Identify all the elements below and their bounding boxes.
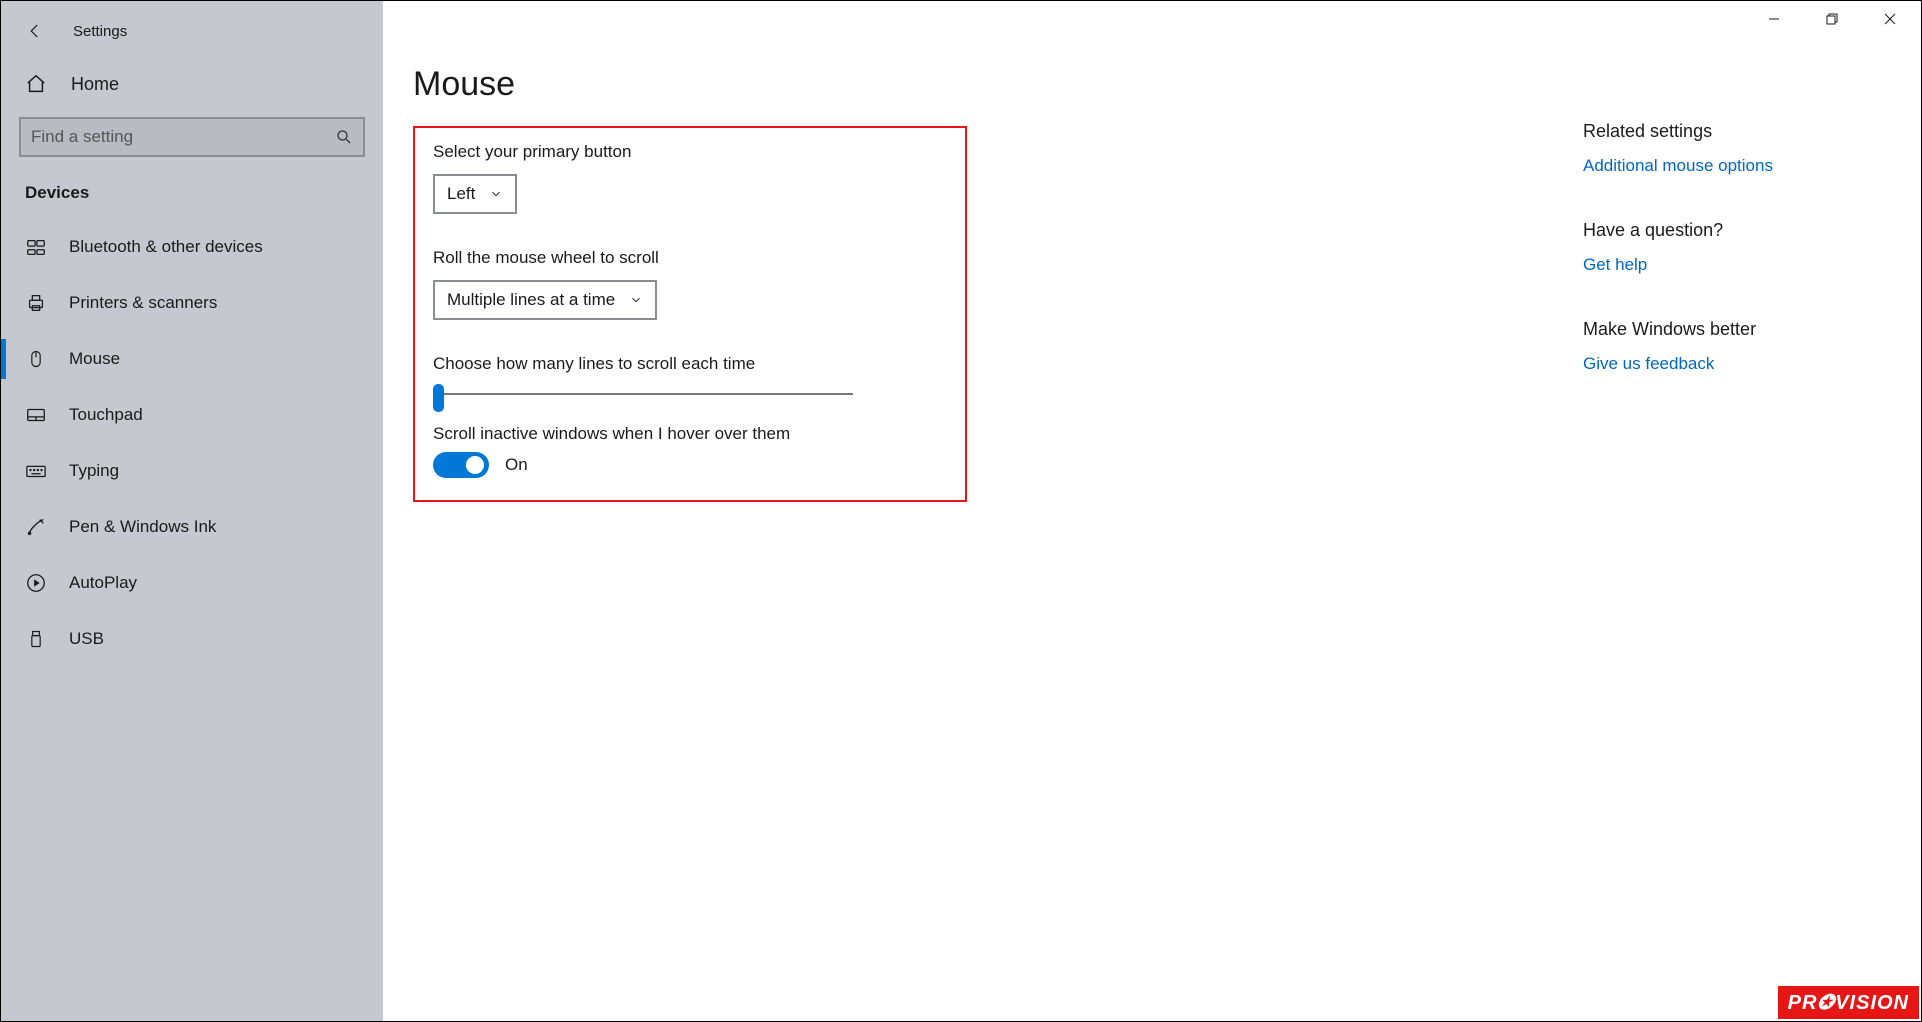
primary-button-value: Left (447, 184, 475, 204)
get-help-link[interactable]: Get help (1583, 255, 1903, 275)
usb-icon (25, 628, 47, 650)
sidebar-home-label: Home (71, 74, 119, 95)
search-input-container[interactable] (19, 117, 365, 157)
watermark-logo: PR✪VISION (1778, 986, 1919, 1019)
make-windows-better-heading: Make Windows better (1583, 319, 1903, 340)
chevron-down-icon (629, 293, 643, 307)
sidebar-item-label: USB (69, 629, 104, 649)
sidebar-item-touchpad[interactable]: Touchpad (1, 387, 383, 443)
lines-scroll-slider[interactable] (433, 382, 853, 406)
wheel-scroll-label: Roll the mouse wheel to scroll (433, 248, 947, 268)
sidebar-item-label: Mouse (69, 349, 120, 369)
sidebar-item-autoplay[interactable]: AutoPlay (1, 555, 383, 611)
right-column: Related settings Additional mouse option… (1583, 121, 1903, 418)
give-feedback-link[interactable]: Give us feedback (1583, 354, 1903, 374)
have-question-heading: Have a question? (1583, 220, 1903, 241)
sidebar-item-bluetooth[interactable]: Bluetooth & other devices (1, 219, 383, 275)
sidebar-item-label: Typing (69, 461, 119, 481)
sidebar-item-label: Bluetooth & other devices (69, 237, 263, 257)
minimize-button[interactable] (1745, 3, 1803, 35)
chevron-down-icon (489, 187, 503, 201)
home-icon (25, 73, 47, 95)
main-content: Mouse Select your primary button Left Ro… (383, 1, 1921, 1021)
slider-track (439, 393, 853, 395)
page-title: Mouse (413, 65, 1213, 104)
back-button[interactable] (25, 21, 45, 41)
sidebar: Settings Home Devices Bluetooth & oth (1, 1, 383, 1021)
sidebar-item-pen[interactable]: Pen & Windows Ink (1, 499, 383, 555)
printer-icon (25, 292, 47, 314)
related-settings-heading: Related settings (1583, 121, 1903, 142)
maximize-button[interactable] (1803, 3, 1861, 35)
lines-scroll-label: Choose how many lines to scroll each tim… (433, 354, 947, 374)
primary-button-dropdown[interactable]: Left (433, 174, 517, 214)
toggle-knob (466, 456, 484, 474)
additional-mouse-options-link[interactable]: Additional mouse options (1583, 156, 1903, 176)
sidebar-item-typing[interactable]: Typing (1, 443, 383, 499)
sidebar-item-mouse[interactable]: Mouse (1, 331, 383, 387)
primary-button-label: Select your primary button (433, 142, 947, 162)
wheel-scroll-value: Multiple lines at a time (447, 290, 615, 310)
inactive-hover-state: On (505, 455, 528, 475)
wheel-scroll-dropdown[interactable]: Multiple lines at a time (433, 280, 657, 320)
sidebar-home[interactable]: Home (1, 51, 383, 117)
sidebar-item-label: Pen & Windows Ink (69, 517, 216, 537)
sidebar-item-label: AutoPlay (69, 573, 137, 593)
sidebar-item-label: Printers & scanners (69, 293, 217, 313)
inactive-hover-toggle[interactable] (433, 452, 489, 478)
close-button[interactable] (1861, 3, 1919, 35)
sidebar-item-usb[interactable]: USB (1, 611, 383, 667)
search-icon (335, 128, 353, 146)
inactive-hover-label: Scroll inactive windows when I hover ove… (433, 424, 947, 444)
bluetooth-devices-icon (25, 236, 47, 258)
sidebar-item-label: Touchpad (69, 405, 143, 425)
touchpad-icon (25, 404, 47, 426)
autoplay-icon (25, 572, 47, 594)
slider-thumb[interactable] (433, 384, 444, 412)
pen-icon (25, 516, 47, 538)
search-input[interactable] (31, 127, 335, 147)
window-controls (1745, 3, 1919, 35)
sidebar-category: Devices (1, 183, 383, 219)
window-title: Settings (73, 23, 127, 40)
annotation-highlight: Select your primary button Left Roll the… (413, 126, 967, 502)
sidebar-item-printers[interactable]: Printers & scanners (1, 275, 383, 331)
mouse-icon (25, 348, 47, 370)
keyboard-icon (25, 460, 47, 482)
